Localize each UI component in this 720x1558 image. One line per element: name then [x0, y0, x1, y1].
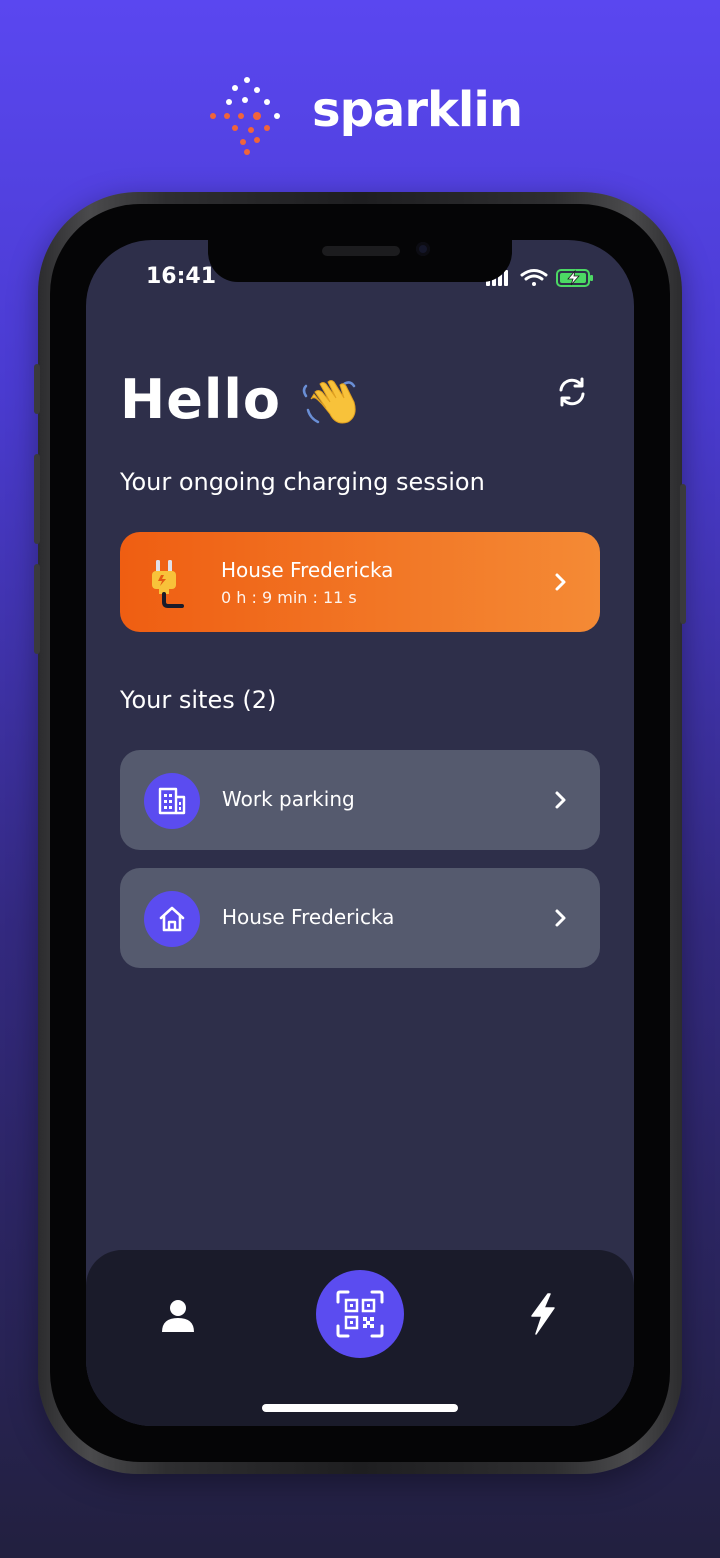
session-duration: 0 h : 9 min : 11 s — [221, 588, 357, 607]
greeting-title: Hello — [120, 368, 281, 431]
refresh-icon[interactable] — [554, 374, 590, 410]
ongoing-session-card[interactable]: House Fredericka 0 h : 9 min : 11 s — [120, 532, 600, 632]
power-button — [680, 484, 686, 624]
office-building-icon — [158, 787, 186, 815]
volume-up-button — [34, 454, 40, 544]
notch — [208, 240, 512, 282]
site-card-house-fredericka[interactable]: House Fredericka — [120, 868, 600, 968]
lightning-icon[interactable] — [522, 1292, 562, 1336]
status-time: 16:41 — [146, 264, 217, 289]
bottom-nav — [86, 1250, 634, 1426]
qr-code-scan-icon — [336, 1290, 384, 1338]
battery-charging-icon — [556, 269, 593, 287]
session-site-name: House Fredericka — [221, 558, 394, 582]
qr-scan-button[interactable] — [316, 1270, 404, 1358]
user-icon[interactable] — [158, 1296, 198, 1336]
site-icon-container — [144, 773, 200, 829]
plug-icon — [152, 560, 184, 608]
brand-name: sparklin — [312, 82, 523, 138]
ongoing-session-title: Your ongoing charging session — [120, 468, 485, 496]
sites-section-title: Your sites (2) — [120, 686, 277, 714]
site-label: Work parking — [222, 787, 355, 811]
home-icon — [159, 906, 185, 932]
site-icon-container — [144, 891, 200, 947]
front-camera — [416, 242, 430, 256]
mute-switch — [34, 364, 40, 414]
volume-down-button — [34, 564, 40, 654]
chevron-right-icon — [555, 791, 566, 809]
site-card-work-parking[interactable]: Work parking — [120, 750, 600, 850]
waving-hand-icon — [302, 380, 356, 424]
brand-header: sparklin — [0, 70, 720, 160]
app-screen: 16:41 Hello Your ongoing charging sessio… — [86, 240, 634, 1426]
chevron-right-icon — [555, 573, 566, 591]
wifi-icon — [520, 269, 548, 286]
sparklin-logo-icon — [210, 77, 280, 155]
speaker-grille — [322, 246, 400, 256]
site-label: House Fredericka — [222, 905, 395, 929]
chevron-right-icon — [555, 909, 566, 927]
phone-frame: 16:41 Hello Your ongoing charging sessio… — [34, 192, 686, 1474]
home-indicator[interactable] — [262, 1404, 458, 1412]
